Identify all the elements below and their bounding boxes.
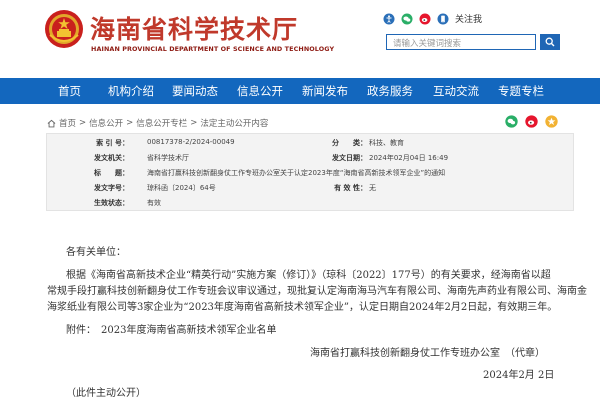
mobile-icon[interactable] xyxy=(437,13,449,25)
disclosure-note: （此件主动公开） xyxy=(66,388,146,399)
title-value: 海南省打赢科技创新翻身仗工作专班办公室关于认定2023年度“海南省高新技术领军企… xyxy=(147,169,446,177)
validity-value: 有效 xyxy=(147,199,161,207)
status-label: 有 效 性： xyxy=(334,184,367,192)
date-label: 发文日期： xyxy=(332,154,367,162)
date-value: 2024年02月04日 16:49 xyxy=(369,154,449,162)
weibo-icon[interactable] xyxy=(419,13,431,25)
nav-gov-services[interactable]: 政务服务 xyxy=(367,78,413,104)
accessibility-icon[interactable] xyxy=(383,13,395,25)
paragraph-line-1: 根据《海南省高新技术企业“精英行动”实施方案（修订）》（琼科〔2022〕177号… xyxy=(66,270,551,281)
national-emblem-icon xyxy=(45,10,83,48)
home-icon xyxy=(47,119,56,127)
nav-home[interactable]: 首页 xyxy=(58,78,81,104)
breadcrumb: 首页 > 信息公开 > 信息公开专栏 > 法定主动公开内容 xyxy=(47,117,268,129)
sign-date: 2024年2月 2日 xyxy=(483,370,555,381)
paragraph-line-2: 常规手段打赢科技创新翻身仗工作专班会议审议通过，现批复认定海南海马汽车有限公司、… xyxy=(47,286,587,297)
breadcrumb-statutory-content[interactable]: 法定主动公开内容 xyxy=(200,117,268,129)
category-value: 科技、教育 xyxy=(369,139,404,147)
attachment-line[interactable]: 附件： 2023年度海南省高新技术领军企业名单 xyxy=(66,321,276,336)
signature: 海南省打赢科技创新翻身仗工作专班办公室 （代章） xyxy=(310,348,545,359)
docno-label: 发文字号： xyxy=(94,184,129,192)
document-meta-table: 索 引 号： 00817378-2/2024-00049 分 类： 科技、教育 … xyxy=(46,133,574,211)
wechat-icon[interactable] xyxy=(401,13,413,25)
docno-value: 琼科函〔2024〕64号 xyxy=(147,184,216,192)
nav-topics[interactable]: 专题专栏 xyxy=(498,78,544,104)
search-icon xyxy=(545,37,555,47)
breadcrumb-info-column[interactable]: 信息公开专栏 xyxy=(136,117,187,129)
wechat-share-icon[interactable] xyxy=(505,115,518,128)
issuer-value: 省科学技术厅 xyxy=(147,154,189,162)
nav-interaction[interactable]: 互动交流 xyxy=(433,78,479,104)
site-title[interactable]: 海南省科学技术厅 xyxy=(90,10,298,46)
issuer-label: 发文机关： xyxy=(94,154,129,162)
nav-info-disclosure[interactable]: 信息公开 xyxy=(237,78,283,104)
search-button[interactable] xyxy=(540,34,560,50)
site-header: 海南省科学技术厅 HAINAN PROVINCIAL DEPARTMENT OF… xyxy=(0,0,600,78)
index-value: 00817378-2/2024-00049 xyxy=(147,138,235,146)
breadcrumb-info-disclosure[interactable]: 信息公开 xyxy=(89,117,123,129)
breadcrumb-home[interactable]: 首页 xyxy=(59,117,76,129)
salutation: 各有关单位： xyxy=(66,247,126,258)
index-label: 索 引 号： xyxy=(96,139,129,147)
status-value: 无 xyxy=(369,184,376,192)
nav-press[interactable]: 新闻发布 xyxy=(302,78,348,104)
category-label: 分 类： xyxy=(332,139,367,147)
nav-about[interactable]: 机构介绍 xyxy=(108,78,154,104)
site-title-english: HAINAN PROVINCIAL DEPARTMENT OF SCIENCE … xyxy=(91,45,335,53)
weibo-share-icon[interactable] xyxy=(525,115,538,128)
header-tools: 关注我 xyxy=(383,12,482,25)
title-label: 标 题： xyxy=(94,169,129,177)
share-icons xyxy=(505,115,558,128)
search-input[interactable]: 请输入关键词搜索 xyxy=(386,34,536,50)
main-nav: 首页 机构介绍 要闻动态 信息公开 新闻发布 政务服务 互动交流 专题专栏 xyxy=(0,78,600,104)
paragraph-line-3: 海浆纸业有限公司等3家企业为“2023年度海南省高新技术领军企业”，认定日期自2… xyxy=(47,302,558,313)
qzone-share-icon[interactable] xyxy=(545,115,558,128)
follow-me-label[interactable]: 关注我 xyxy=(455,12,482,25)
validity-label: 生效状态： xyxy=(94,199,129,207)
nav-news[interactable]: 要闻动态 xyxy=(172,78,218,104)
